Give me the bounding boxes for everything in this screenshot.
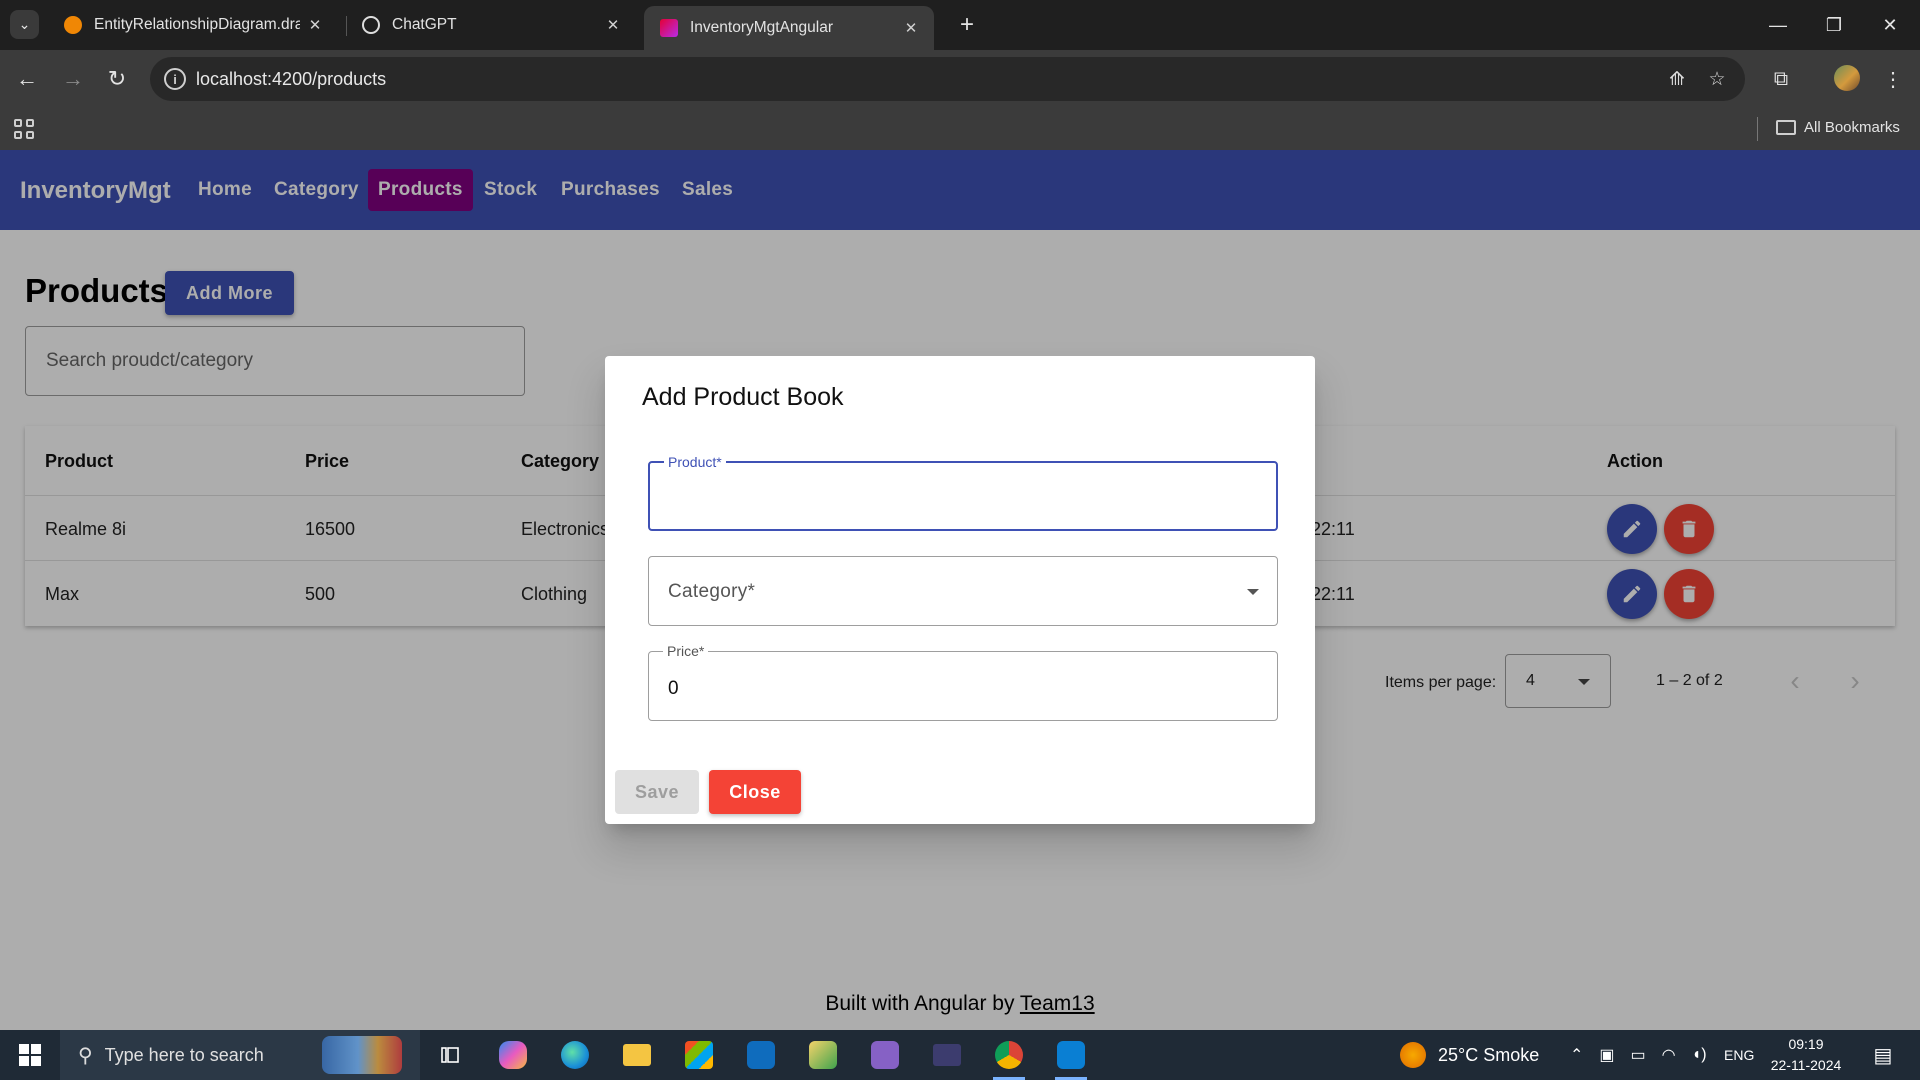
- chrome-icon[interactable]: [989, 1035, 1029, 1080]
- taskbar-search[interactable]: ⚲ Type here to search: [60, 1030, 420, 1080]
- start-button[interactable]: [0, 1030, 60, 1080]
- tab-entity-diagram[interactable]: EntityRelationshipDiagram.draw ✕: [48, 6, 338, 44]
- price-field-label: Price*: [663, 643, 709, 659]
- product-field[interactable]: Product*: [648, 454, 1278, 531]
- minimize-window-button[interactable]: —: [1750, 0, 1806, 50]
- microsoft-store-icon[interactable]: [679, 1035, 719, 1075]
- reload-button[interactable]: ↻: [100, 62, 134, 96]
- restore-window-button[interactable]: ❐: [1806, 0, 1862, 50]
- tab-search-menu-button[interactable]: ⌄: [10, 10, 39, 39]
- new-tab-button[interactable]: +: [950, 8, 984, 42]
- bookmark-star-icon[interactable]: ☆: [1705, 67, 1729, 91]
- language-indicator[interactable]: ENG: [1724, 1030, 1754, 1080]
- network-icon[interactable]: ◠: [1662, 1045, 1676, 1065]
- close-button[interactable]: Close: [709, 770, 801, 814]
- apps-grid-icon[interactable]: [14, 119, 34, 139]
- site-info-icon[interactable]: i: [164, 68, 186, 90]
- tab-inventory-angular[interactable]: InventoryMgtAngular ✕: [644, 6, 934, 50]
- price-input[interactable]: 0: [668, 678, 679, 700]
- folder-icon: [1776, 120, 1796, 135]
- address-bar[interactable]: i localhost:4200/products ⟰ ☆: [150, 57, 1745, 101]
- forward-button[interactable]: →: [56, 62, 90, 96]
- dropdown-arrow-icon: [1247, 589, 1259, 595]
- show-hidden-icons-icon[interactable]: ⌃: [1570, 1045, 1583, 1065]
- notifications-icon[interactable]: ▤: [1870, 1042, 1896, 1068]
- profile-avatar[interactable]: [1834, 65, 1860, 91]
- windows-taskbar: ⚲ Type here to search 25°C Smoke ⌃ ▣ ▭ ◠…: [0, 1030, 1920, 1080]
- weather-widget[interactable]: 25°C Smoke: [1400, 1030, 1539, 1080]
- all-bookmarks-button[interactable]: All Bookmarks: [1776, 119, 1900, 136]
- bookmarks-bar: All Bookmarks: [0, 108, 1920, 150]
- snipping-tool-icon[interactable]: [803, 1035, 843, 1075]
- task-view-glyph: [441, 1047, 459, 1063]
- close-tab-icon[interactable]: ✕: [896, 19, 926, 37]
- weather-icon: [1400, 1042, 1426, 1068]
- save-button[interactable]: Save: [615, 770, 699, 814]
- angular-favicon-icon: [660, 19, 678, 37]
- outlook-icon[interactable]: [741, 1035, 781, 1075]
- category-placeholder: Category*: [668, 581, 756, 602]
- copilot-icon[interactable]: [493, 1035, 533, 1075]
- vscode-icon[interactable]: [1051, 1035, 1091, 1080]
- drawio-favicon-icon: [64, 16, 82, 34]
- task-view-icon[interactable]: [430, 1035, 470, 1075]
- url-text[interactable]: localhost:4200/products: [196, 69, 386, 90]
- taskbar-clock[interactable]: 09:19 22-11-2024: [1765, 1034, 1847, 1076]
- browser-menu-icon[interactable]: ⋮: [1876, 62, 1910, 96]
- search-highlight-image: [322, 1036, 402, 1074]
- windows-logo-icon: [19, 1044, 41, 1066]
- display-icon[interactable]: ▭: [1631, 1045, 1646, 1065]
- search-icon: ⚲: [78, 1044, 93, 1067]
- file-explorer-icon[interactable]: [617, 1035, 657, 1075]
- dialog-title: Add Product Book: [642, 383, 844, 411]
- category-select[interactable]: Category*: [648, 556, 1278, 626]
- system-tray: ⌃ ▣ ▭ ◠ ◖): [1570, 1030, 1707, 1080]
- add-product-dialog: Add Product Book Product* Category* Pric…: [605, 356, 1315, 824]
- visual-studio-icon[interactable]: [865, 1035, 905, 1075]
- browser-toolbar: ← → ↻ i localhost:4200/products ⟰ ☆ ⧉ ⋮: [0, 50, 1920, 108]
- meet-now-icon[interactable]: ▣: [1599, 1045, 1614, 1065]
- edge-icon[interactable]: [555, 1035, 595, 1075]
- terminal-icon[interactable]: [927, 1035, 967, 1075]
- tab-chatgpt[interactable]: ChatGPT ✕: [346, 6, 636, 44]
- volume-icon[interactable]: ◖): [1692, 1046, 1707, 1064]
- close-tab-icon[interactable]: ✕: [300, 16, 330, 34]
- bookmarks-separator: [1757, 117, 1758, 141]
- close-tab-icon[interactable]: ✕: [598, 16, 628, 34]
- chatgpt-favicon-icon: [362, 16, 380, 34]
- translate-icon[interactable]: ⟰: [1665, 67, 1689, 91]
- extensions-icon[interactable]: ⧉: [1764, 62, 1798, 96]
- back-button[interactable]: ←: [10, 62, 44, 96]
- product-input[interactable]: [650, 463, 1276, 529]
- browser-tab-bar: ⌄ EntityRelationshipDiagram.draw ✕ ChatG…: [0, 0, 1920, 50]
- price-field[interactable]: Price* 0: [648, 643, 1278, 721]
- close-window-button[interactable]: ✕: [1862, 0, 1918, 50]
